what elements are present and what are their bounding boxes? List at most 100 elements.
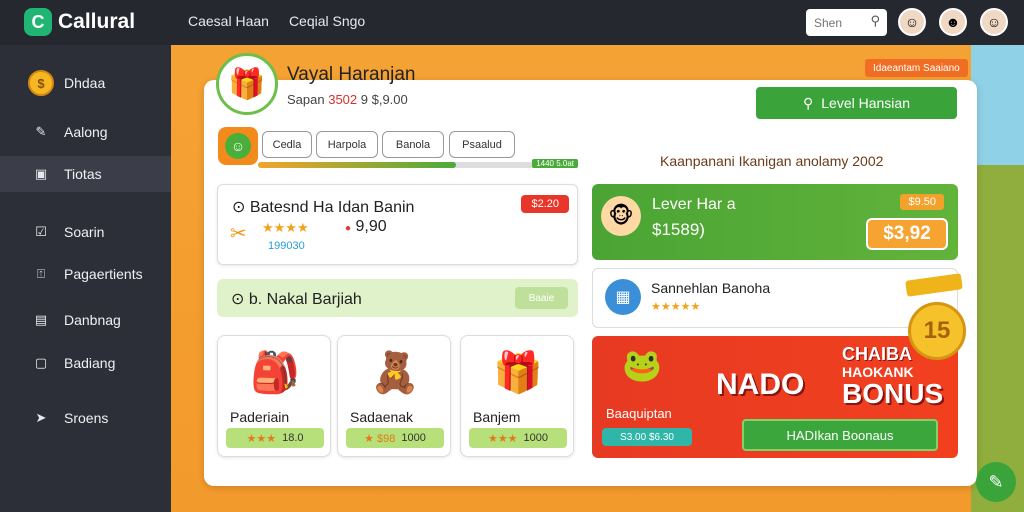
search-icon: ⚲ [803,94,814,111]
sanne-stars: ★★★★★ [651,301,701,313]
rating-text: 9,90 [355,218,387,235]
sidebar-item-badiang[interactable]: ▢ Badiang [0,345,171,381]
gift-icon: ▣ [34,166,48,181]
search-input[interactable] [814,15,864,30]
subtitle-value: 3502 [328,92,358,107]
level-button[interactable]: ⚲ Level Hansian [756,87,957,119]
sidebar-item-label: Aalong [64,124,108,140]
item-price: 1000 [401,432,426,444]
tab-psaalud[interactable]: Psaalud [449,131,515,158]
top-nav-item-1[interactable]: Caesal Haan [188,13,269,29]
item-price: 18.0 [282,432,304,444]
sidebar-item-dhdaa[interactable]: $ Dhdaa [0,65,171,101]
send-icon: ➤ [35,410,47,425]
progress-label: 1440 5.0at [532,159,578,168]
sidebar-item-soarin[interactable]: ☑ Soarin [0,214,171,250]
search-box[interactable]: ⚲ [806,9,887,36]
item-stars: ★★★ [487,432,518,445]
tag-icon: ✎ [35,124,47,139]
lever-subtitle: $1589) [652,220,705,239]
review-count: 199030 [268,240,305,252]
inbox-icon: ▤ [34,312,48,327]
item-name: Paderiain [230,409,290,425]
edit-fab-button[interactable]: ✎ [976,462,1016,502]
upload-box-icon: ⍐ [37,266,45,281]
subtitle-suffix: 9 $,9.00 [360,92,408,107]
avatar-1[interactable]: ☺ [898,8,926,36]
lever-tag: $9.50 [900,194,944,210]
dot-icon: ● [345,223,352,234]
item-price-pill[interactable]: ★★★ 1000 [469,428,567,448]
grass-decoration [971,165,1024,512]
app-name: Callural [58,10,136,33]
item-stars: ★ $98 [364,432,396,445]
mascot-icon: 🐵 [601,196,641,236]
secondary-offer-text: b. Nakal Barjiah [248,291,362,308]
bonus-nado: NADO [716,368,805,401]
secondary-offer-bar[interactable]: ⊙ b. Nakal Barjiah Baaie [217,279,578,317]
campaign-text: Kaanpanani Ikanigan anolamy 2002 [660,153,884,169]
sky-decoration [971,45,1024,165]
sidebar-item-label: Sroens [64,410,109,426]
tab-harpola[interactable]: Harpola [316,131,378,158]
avatar-2[interactable]: ☻ [939,8,967,36]
shop-icon: ▦ [605,279,641,315]
item-card-2[interactable]: 🧸 Sadaenak ★ $98 1000 [337,335,451,457]
progress-fill [258,162,457,168]
rating-value: ● 9,90 [345,218,387,236]
top-nav-item-2[interactable]: Ceqial Sngo [289,13,365,29]
page-title: Vayal Haranjan [287,64,416,85]
lever-amount[interactable]: $3,92 [866,218,948,250]
sidebar-item-tiotas[interactable]: ▣ Tiotas [0,156,171,192]
sidebar-item-label: Tiotas [64,166,102,182]
item-price: 1000 [523,432,549,444]
item-name: Sadaenak [350,409,414,425]
top-nav: Caesal Haan Ceqial Sngo [188,13,365,29]
tab-banola[interactable]: Banola [382,131,444,158]
sidebar-item-pagaertients[interactable]: ⍐ Pagaertients [0,256,171,292]
promo-tag[interactable]: Idaeantam Saaiano [865,59,968,77]
bonus-banner[interactable]: 🐸 Baaquiptan S3.00 $6.30 NADO CHAIBA HAO… [592,302,966,458]
secondary-offer-button[interactable]: Baaie [515,287,568,309]
bonus-line-1: CHAIBA [842,344,912,364]
sidebar-item-aalong[interactable]: ✎ Aalong [0,114,171,150]
sidebar-item-sroens[interactable]: ➤ Sroens [0,400,171,436]
sidebar-item-label: Soarin [64,224,105,240]
item-card-1[interactable]: 🎒 Paderiain ★★★ 18.0 [217,335,331,457]
gift-box-icon: 🎁 [493,350,543,395]
star-rating: ★★★★ [262,220,309,235]
sidebar-item-label: Badiang [64,355,116,371]
app-logo[interactable]: C Callural [24,8,135,36]
sidebar-item-label: Pagaertients [64,266,143,282]
featured-offer-card[interactable]: ⊙ Batesnd Ha Idan Banin $2.20 ✂ ★★★★ ● 9… [217,184,578,265]
item-price-pill[interactable]: ★ $98 1000 [346,428,444,448]
lever-offer-card[interactable]: 🐵 Lever Har a $1589) $9.50 $3,92 [592,184,958,260]
price-badge[interactable]: $2.20 [521,195,569,213]
item-card-3[interactable]: 🎁 Banjem ★★★ 1000 [460,335,574,457]
page-subtitle: Sapan 3502 9 $,9.00 [287,92,408,107]
secondary-offer-title: ⊙ b. Nakal Barjiah [231,289,362,309]
subtitle-label: Sapan [287,92,325,107]
bonus-line-3: BONUS [842,378,944,409]
item-stars: ★★★ [246,432,277,445]
check-box-icon: ☑ [35,224,47,239]
mascot-icon: 🐸 [622,347,662,383]
avatar-3[interactable]: ☺ [980,8,1008,36]
clock-icon: ⊙ [232,199,246,216]
search-icon[interactable]: ⚲ [870,13,880,29]
sanne-offer-card[interactable]: ▦ Sannehlan Banoha ★★★★★ [592,268,958,328]
tab-cedla[interactable]: Cedla [262,131,312,158]
tab-logo[interactable]: ☺ [218,127,258,165]
offer-title: ⊙ Batesnd Ha Idan Banin [232,197,414,217]
bonus-price-pill[interactable]: S3.00 $6.30 [602,428,692,446]
coin-icon: $ [28,70,54,96]
sidebar-item-danbnag[interactable]: ▤ Danbnag [0,302,171,338]
level-button-label: Level Hansian [821,95,910,111]
square-icon: ▢ [34,355,48,370]
tabs-bar: ☺ Cedla Harpola Banola Psaalud 1440 5.0a… [216,127,578,173]
bonus-cta-button[interactable]: HADIkan Boonaus [742,419,938,451]
lever-title: Lever Har a [652,196,736,213]
gift-box-icon: 🎁 [216,53,278,115]
item-price-pill[interactable]: ★★★ 18.0 [226,428,324,448]
sidebar-item-label: Danbnag [64,312,121,328]
